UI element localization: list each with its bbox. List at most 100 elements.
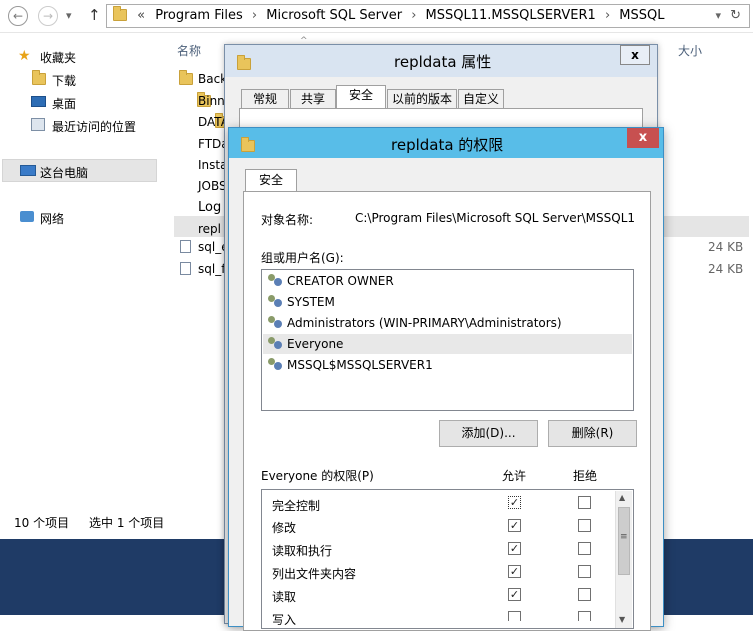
properties-tab-panel (239, 108, 643, 128)
allow-checkbox-write[interactable] (508, 611, 521, 621)
recent-locations-dropdown[interactable]: ▾ (66, 9, 72, 22)
address-input[interactable]: « Program Files › Microsoft SQL Server ›… (106, 4, 750, 28)
user-label: SYSTEM (287, 295, 335, 309)
tab-customize[interactable]: 自定义 (458, 89, 504, 109)
permission-row-modify: 修改 (272, 521, 297, 535)
sql-file-icon (180, 262, 191, 275)
sql-file-icon (180, 240, 191, 253)
column-header-size[interactable]: 大小 (678, 42, 702, 59)
file-row[interactable]: sql_f (198, 262, 225, 276)
folder-icon (179, 70, 193, 85)
deny-checkbox-modify[interactable] (578, 519, 591, 532)
breadcrumb-sql-server[interactable]: Microsoft SQL Server (266, 8, 402, 23)
user-list: CREATOR OWNER SYSTEM Administrators (WIN… (261, 269, 634, 411)
allow-header: 允许 (502, 469, 527, 483)
permissions-scrollbar[interactable]: ▲ ≡ ▼ (615, 491, 632, 628)
deny-checkbox-list-folder[interactable] (578, 565, 591, 578)
users-icon (268, 295, 284, 309)
address-overflow[interactable]: « (137, 8, 145, 23)
users-icon (268, 274, 284, 288)
file-size: 24 KB (708, 262, 744, 276)
column-header-name[interactable]: 名称 (177, 42, 201, 59)
breadcrumb-separator[interactable]: › (252, 8, 257, 23)
sidebar-item-network[interactable]: 网络 (40, 210, 64, 227)
deny-checkbox-read-execute[interactable] (578, 542, 591, 555)
sidebar-item-favorites[interactable]: 收藏夹 (40, 49, 76, 66)
sidebar-item-recent[interactable]: 最近访问的位置 (52, 118, 136, 135)
sidebar-item-desktop[interactable]: 桌面 (52, 95, 76, 112)
folder-icon (237, 55, 251, 70)
breadcrumb-program-files[interactable]: Program Files (155, 8, 243, 23)
properties-titlebar: repldata 属性 x (225, 45, 657, 77)
breadcrumb-mssql11[interactable]: MSSQL11.MSSQLSERVER1 (426, 8, 596, 23)
scroll-grip-icon: ≡ (620, 532, 628, 542)
user-label: CREATOR OWNER (287, 274, 394, 288)
tab-sharing[interactable]: 共享 (290, 89, 336, 109)
breadcrumb-separator[interactable]: › (411, 8, 416, 23)
address-dropdown-icon[interactable]: ▾ (715, 5, 721, 27)
recent-places-icon (31, 118, 45, 131)
selected-count: 选中 1 个项目 (89, 516, 165, 530)
breadcrumb-mssql[interactable]: MSSQL (619, 8, 664, 23)
add-button[interactable]: 添加(D)... (439, 420, 538, 447)
list-item-creator-owner[interactable]: CREATOR OWNER (263, 271, 632, 291)
permission-row-list-folder: 列出文件夹内容 (272, 567, 357, 581)
allow-checkbox-modify[interactable]: ✓ (508, 519, 521, 532)
permission-row-write: 写入 (272, 613, 297, 627)
permission-row-full-control: 完全控制 (272, 499, 321, 513)
allow-checkbox-full-control[interactable]: ✓ (508, 496, 521, 509)
sidebar-item-downloads[interactable]: 下载 (52, 72, 76, 89)
navigation-pane: ★ 收藏夹 下载 桌面 最近访问的位置 这台电脑 网络 (0, 34, 160, 539)
user-label: Administrators (WIN-PRIMARY\Administrato… (287, 316, 562, 330)
users-icon (268, 358, 284, 372)
list-item-mssql-service[interactable]: MSSQL$MSSQLSERVER1 (263, 355, 632, 375)
tab-general[interactable]: 常规 (241, 89, 289, 109)
deny-checkbox-read[interactable] (578, 588, 591, 601)
downloads-icon (32, 70, 46, 85)
allow-checkbox-list-folder[interactable]: ✓ (508, 565, 521, 578)
group-user-label: 组或用户名(G): (261, 251, 344, 265)
file-row[interactable]: Log (198, 200, 221, 215)
users-icon (268, 337, 284, 351)
forward-icon[interactable]: → (38, 6, 58, 26)
allow-checkbox-read[interactable]: ✓ (508, 588, 521, 601)
file-row[interactable]: Back (198, 72, 227, 86)
permissions-title: repldata 的权限 (391, 136, 504, 154)
tab-security[interactable]: 安全 (336, 85, 386, 109)
refresh-icon[interactable]: ↻ (730, 5, 741, 27)
sidebar-item-this-pc[interactable]: 这台电脑 (40, 164, 88, 181)
file-row[interactable]: Binn (198, 94, 225, 108)
address-bar-area: ← → ▾ ↑ « Program Files › Microsoft SQL … (0, 0, 753, 33)
file-size: 24 KB (708, 240, 744, 254)
permissions-close-button[interactable]: x (627, 128, 659, 148)
remove-button[interactable]: 删除(R) (548, 420, 637, 447)
permissions-titlebar: repldata 的权限 x (229, 128, 663, 158)
list-item-administrators[interactable]: Administrators (WIN-PRIMARY\Administrato… (263, 313, 632, 333)
folder-icon (241, 137, 255, 152)
file-row[interactable]: JOBS (198, 179, 227, 193)
list-item-system[interactable]: SYSTEM (263, 292, 632, 312)
deny-checkbox-write[interactable] (578, 611, 591, 621)
back-icon[interactable]: ← (8, 6, 28, 26)
deny-header: 拒绝 (573, 469, 598, 483)
users-icon (268, 316, 284, 330)
breadcrumb-separator[interactable]: › (605, 8, 610, 23)
properties-title: repldata 属性 (394, 53, 492, 71)
properties-close-button[interactable]: x (620, 45, 650, 65)
permission-row-read: 读取 (272, 590, 297, 604)
deny-checkbox-full-control[interactable] (578, 496, 591, 509)
permissions-list: 完全控制 ✓ 修改 ✓ 读取和执行 ✓ 列出文件夹内容 ✓ 读取 ✓ 写入 ▲ … (261, 489, 634, 629)
up-icon[interactable]: ↑ (88, 6, 101, 24)
file-row-selected[interactable]: repl (198, 222, 221, 236)
list-item-everyone[interactable]: Everyone (263, 334, 632, 354)
scroll-up-icon[interactable]: ▲ (619, 493, 625, 502)
desktop-icon (31, 96, 46, 107)
scroll-down-icon[interactable]: ▼ (619, 615, 625, 624)
permissions-dialog: repldata 的权限 x 安全 对象名称: C:\Program Files… (228, 127, 664, 631)
tab-security[interactable]: 安全 (245, 169, 297, 192)
allow-checkbox-read-execute[interactable]: ✓ (508, 542, 521, 555)
tab-previous-versions[interactable]: 以前的版本 (387, 89, 457, 109)
item-count: 10 个项目 (14, 516, 70, 530)
user-label: Everyone (287, 337, 344, 351)
security-panel: 对象名称: C:\Program Files\Microsoft SQL Ser… (243, 191, 651, 631)
